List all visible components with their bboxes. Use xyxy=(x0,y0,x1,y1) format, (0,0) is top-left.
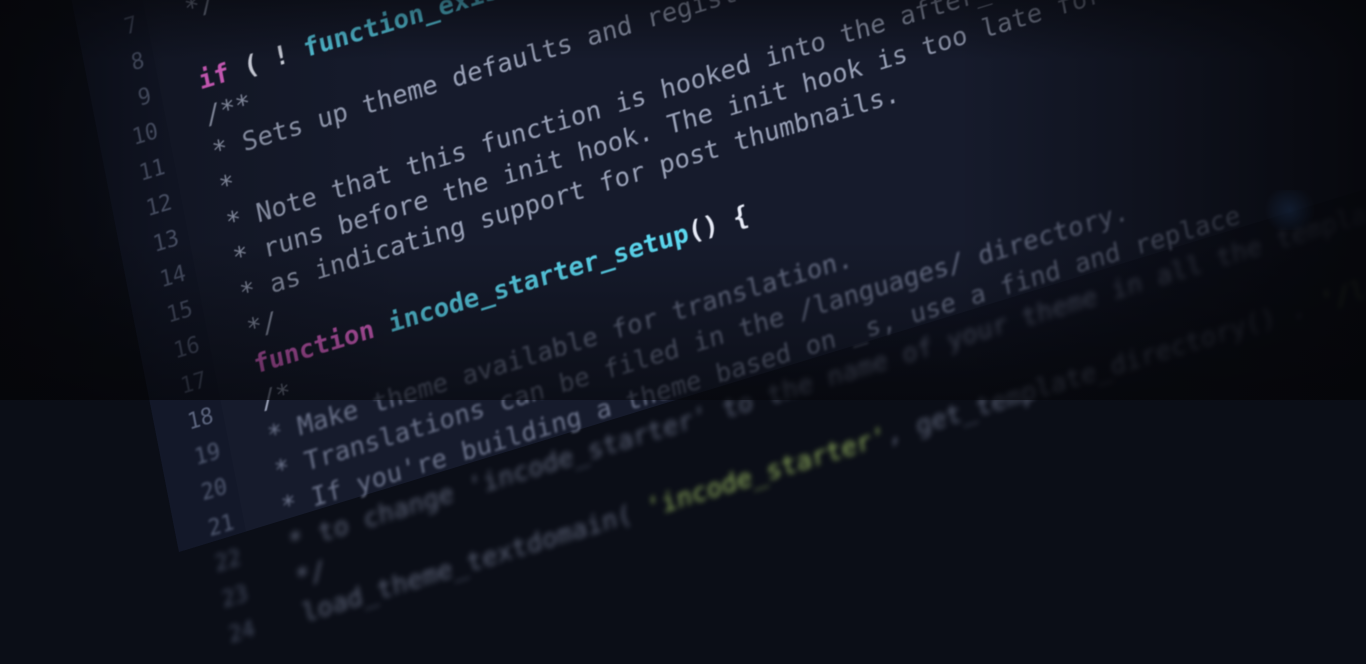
code-text: * xyxy=(216,166,238,206)
code-line: 23 */ xyxy=(187,555,328,629)
code-line: 24 load_theme_textdomain( 'incode_starte… xyxy=(194,234,1366,664)
code-editor-screen: 5 * @_s6 * @package _s7 */89if ( ! funct… xyxy=(60,0,1366,649)
blue-glow xyxy=(1260,190,1320,230)
code-token: * xyxy=(216,168,238,203)
code-token: () { xyxy=(685,199,752,248)
top-shadow xyxy=(0,0,1366,60)
editor-pane: 5 * @_s6 * @package _s7 */89if ( ! funct… xyxy=(60,0,1366,649)
code-token: */ xyxy=(292,555,329,594)
code-token: /* xyxy=(258,377,294,417)
code-token: */ xyxy=(244,306,281,346)
code-line: 22 * to change 'incode_starter' to the n… xyxy=(180,158,1366,594)
